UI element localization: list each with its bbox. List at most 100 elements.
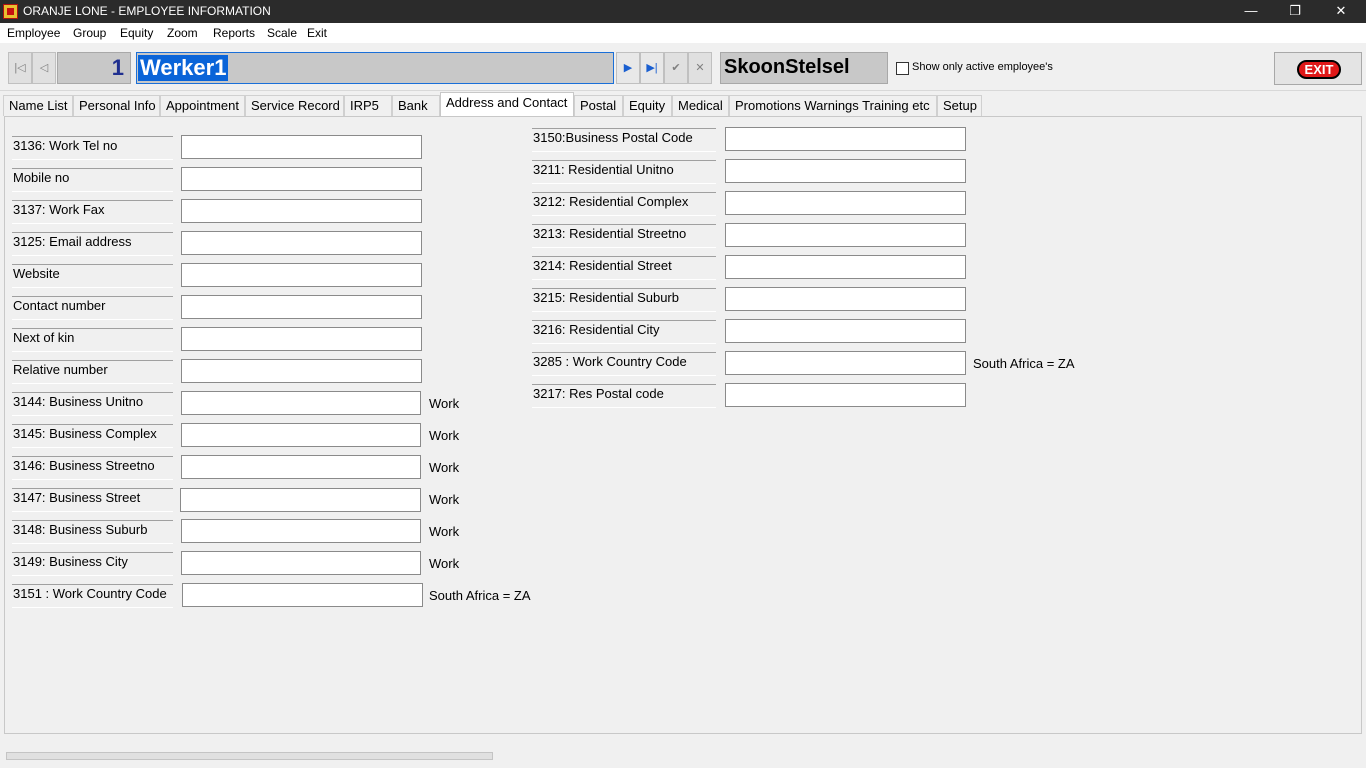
business-complex-note: Work <box>429 428 460 443</box>
email-address-input[interactable] <box>181 231 422 255</box>
previous-record-button[interactable]: ◁ <box>32 52 56 84</box>
tab-name-list[interactable]: Name List <box>3 95 73 116</box>
menu-reports[interactable]: Reports <box>213 26 255 40</box>
last-record-button[interactable]: ▶| <box>640 52 664 84</box>
contact-number-input[interactable] <box>181 295 422 319</box>
menu-scale[interactable]: Scale <box>267 26 297 40</box>
business-suburb-label: 3148: Business Suburb <box>12 520 173 544</box>
residential-complex-input[interactable] <box>725 191 966 215</box>
address-contact-panel: 3136: Work Tel no Mobile no 3137: Work F… <box>4 116 1362 734</box>
business-unitno-input[interactable] <box>181 391 421 415</box>
residential-unitno-input[interactable] <box>725 159 966 183</box>
record-toolbar: |◁ ◁ 1 Werker1 ▶ ▶| ✔ ✕ SkoonStelsel Sho… <box>0 43 1366 91</box>
exit-button[interactable]: EXIT <box>1274 52 1362 85</box>
cancel-button[interactable]: ✕ <box>688 52 712 84</box>
tab-medical[interactable]: Medical <box>672 95 729 116</box>
residential-suburb-input[interactable] <box>725 287 966 311</box>
tab-strip: Name List Personal Info Appointment Serv… <box>0 92 1366 116</box>
tab-setup[interactable]: Setup <box>937 95 982 116</box>
business-unitno-note: Work <box>429 396 460 411</box>
res-work-country-code-label: 3285 : Work Country Code <box>532 352 716 376</box>
show-active-label[interactable]: Show only active employee's <box>912 61 1053 73</box>
restore-button[interactable]: ❐ <box>1272 0 1318 23</box>
work-country-code-input[interactable] <box>182 583 423 607</box>
work-country-code-label: 3151 : Work Country Code <box>12 584 173 608</box>
app-icon <box>3 4 18 19</box>
horizontal-scrollbar[interactable] <box>6 752 493 760</box>
residential-unitno-label: 3211: Residential Unitno <box>532 160 716 184</box>
mobile-no-label: Mobile no <box>12 168 173 192</box>
company-name: SkoonStelsel <box>720 52 888 84</box>
business-city-label: 3149: Business City <box>12 552 173 576</box>
first-record-button[interactable]: |◁ <box>8 52 32 84</box>
business-street-input[interactable] <box>180 488 421 512</box>
menu-bar: Employee Group Equity Zoom Reports Scale… <box>0 23 1366 43</box>
work-tel-input[interactable] <box>181 135 422 159</box>
residential-city-input[interactable] <box>725 319 966 343</box>
tab-service-record[interactable]: Service Record <box>245 95 344 116</box>
minimize-button[interactable]: — <box>1228 0 1274 23</box>
business-street-note: Work <box>429 492 460 507</box>
tab-postal[interactable]: Postal <box>574 95 623 116</box>
menu-exit[interactable]: Exit <box>307 26 327 40</box>
residential-complex-label: 3212: Residential Complex <box>532 192 716 216</box>
residential-city-label: 3216: Residential City <box>532 320 716 344</box>
menu-group[interactable]: Group <box>73 26 106 40</box>
tab-irp5[interactable]: IRP5 <box>344 95 392 116</box>
tab-personal-info[interactable]: Personal Info <box>73 95 160 116</box>
website-input[interactable] <box>181 263 422 287</box>
menu-zoom[interactable]: Zoom <box>167 26 198 40</box>
record-number: 1 <box>57 52 131 84</box>
tab-equity[interactable]: Equity <box>623 95 672 116</box>
work-country-code-note: South Africa = ZA <box>429 588 531 603</box>
residential-street-input[interactable] <box>725 255 966 279</box>
business-streetno-input[interactable] <box>181 455 421 479</box>
menu-employee[interactable]: Employee <box>7 26 60 40</box>
tab-promotions-warnings-training[interactable]: Promotions Warnings Training etc <box>729 95 937 116</box>
residential-streetno-label: 3213: Residential Streetno <box>532 224 716 248</box>
confirm-button[interactable]: ✔ <box>664 52 688 84</box>
work-fax-input[interactable] <box>181 199 422 223</box>
business-streetno-label: 3146: Business Streetno <box>12 456 173 480</box>
employee-name-text: Werker1 <box>138 55 229 81</box>
residential-suburb-label: 3215: Residential Suburb <box>532 288 716 312</box>
res-postal-code-input[interactable] <box>725 383 966 407</box>
tab-appointment[interactable]: Appointment <box>160 95 245 116</box>
tab-bank[interactable]: Bank <box>392 95 440 116</box>
website-label: Website <box>12 264 173 288</box>
work-tel-label: 3136: Work Tel no <box>12 136 173 160</box>
mobile-no-input[interactable] <box>181 167 422 191</box>
status-bar <box>0 736 1366 768</box>
business-postal-code-input[interactable] <box>725 127 966 151</box>
contact-number-label: Contact number <box>12 296 173 320</box>
title-bar: ORANJE LONE - EMPLOYEE INFORMATION — ❐ ✕ <box>0 0 1366 23</box>
relative-number-input[interactable] <box>181 359 422 383</box>
employee-name-field[interactable]: Werker1 <box>136 52 614 84</box>
show-active-checkbox[interactable] <box>896 62 909 75</box>
relative-number-label: Relative number <box>12 360 173 384</box>
business-postal-code-label: 3150:Business Postal Code <box>532 128 716 152</box>
menu-equity[interactable]: Equity <box>120 26 153 40</box>
business-city-note: Work <box>429 556 460 571</box>
tab-address-and-contact[interactable]: Address and Contact <box>440 92 574 116</box>
residential-street-label: 3214: Residential Street <box>532 256 716 280</box>
email-address-label: 3125: Email address <box>12 232 173 256</box>
work-fax-label: 3137: Work Fax <box>12 200 173 224</box>
res-work-country-code-input[interactable] <box>725 351 966 375</box>
business-unitno-label: 3144: Business Unitno <box>12 392 173 416</box>
res-work-country-code-note: South Africa = ZA <box>973 356 1075 371</box>
next-of-kin-input[interactable] <box>181 327 422 351</box>
residential-streetno-input[interactable] <box>725 223 966 247</box>
business-city-input[interactable] <box>181 551 421 575</box>
next-of-kin-label: Next of kin <box>12 328 173 352</box>
close-button[interactable]: ✕ <box>1318 0 1364 23</box>
res-postal-code-label: 3217: Res Postal code <box>532 384 716 408</box>
business-complex-input[interactable] <box>181 423 421 447</box>
window-title: ORANJE LONE - EMPLOYEE INFORMATION <box>23 4 271 18</box>
business-street-label: 3147: Business Street <box>12 488 173 512</box>
business-streetno-note: Work <box>429 460 460 475</box>
exit-button-label: EXIT <box>1297 60 1341 79</box>
business-suburb-note: Work <box>429 524 460 539</box>
next-record-button[interactable]: ▶ <box>616 52 640 84</box>
business-suburb-input[interactable] <box>181 519 421 543</box>
